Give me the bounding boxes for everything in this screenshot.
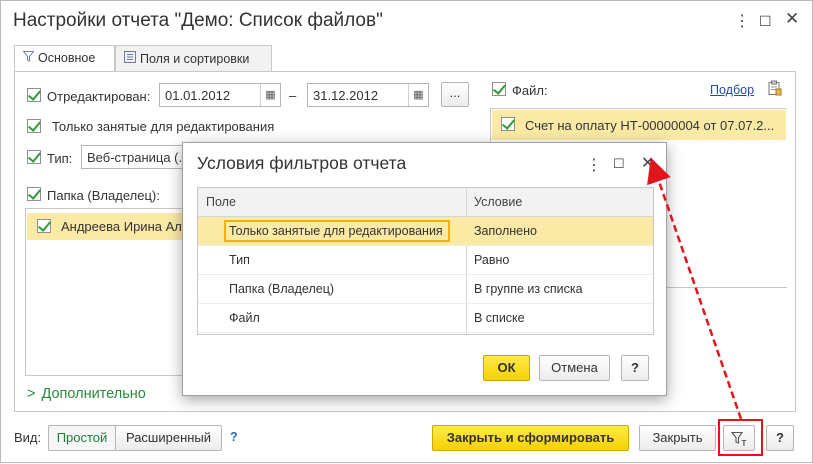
annotation-arrow bbox=[647, 157, 743, 420]
report-settings-window: Настройки отчета "Демо: Список файлов" ⋮… bbox=[0, 0, 813, 463]
